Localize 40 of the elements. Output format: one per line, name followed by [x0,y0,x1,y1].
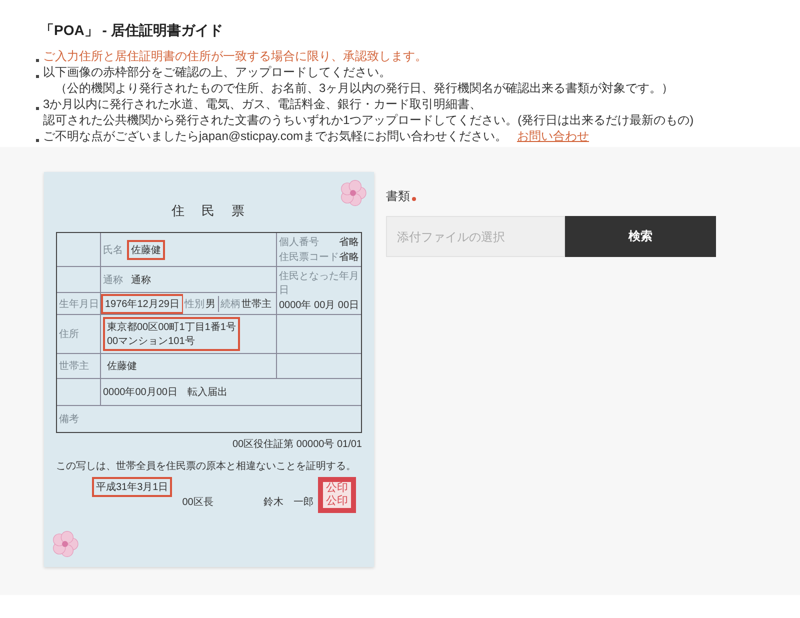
field-label: 氏名 [103,244,123,256]
field-label: 備考 [59,412,79,426]
issuer-text: 00区長 [182,496,214,509]
file-field[interactable]: 添付ファイルの選択 [386,216,565,257]
field-value: 省略 [339,236,359,249]
note-text: 以下画像の赤枠部分をご確認の上、アップロードしてください。 [43,65,391,79]
field-label: 住所 [59,328,79,341]
field-label: 世帯主 [59,360,89,373]
note-text: ご不明な点がございましたらjapan@sticpay.comまでお気軽にお問い合わせください。 [43,129,508,143]
page-title: 「POA」 - 居住証明書ガイド [40,22,224,40]
field-value: 世帯主 [242,298,272,310]
field-label: 住民となった年月日 [279,270,359,297]
field-value: 0000年 00月 00日 [279,299,360,312]
field-value: 省略 [339,250,359,264]
field-value: 1976年12月29日 [101,294,182,314]
browse-button[interactable]: 検索 [565,216,716,257]
serial-number: 00区役住証第 00000号 01/01 [231,438,362,451]
field-label: 住民票コード [279,251,339,264]
note-text: （公的機関より発行されたもので住所、お名前、3ヶ月以内の発行日、発行機関名が確認出来る書類が対象です。） [54,81,674,95]
note-text: 3か月以内に発行された水道、電気、ガス、電話料金、銀行・カード取引明細書、 [43,97,482,111]
field-label: 生年月日 [59,298,99,310]
mayor-name: 鈴木 一郎 [263,496,314,509]
field-value: 男 [206,298,216,310]
field-label: 通称 [103,274,123,286]
field-label: 続柄 [220,298,240,310]
contact-link[interactable]: お問い合わせ [517,129,590,143]
field-label: 書類 [386,188,410,205]
field-value: 0000年00月00日 転入届出 [103,386,228,399]
field-value: 東京都00区00町1丁目1番1号 00マンション101号 [103,317,240,351]
field-label: 個人番号 [279,236,319,249]
field-value: 平成31年3月1日 [92,477,172,497]
field-label: 性別 [184,298,204,310]
field-value: 佐藤健 [106,360,138,374]
note-text: 認可された公共機関から発行された文書のうちいずれか1つアップロードしてください。(発行日は出来るだけ最新のもの) [43,113,694,127]
official-seal: 公印 公印 [318,477,356,513]
document-heading: 住 民 票 [170,202,248,220]
field-value: 通称 [130,274,152,288]
certification-text: この写しは、世帯全員を住民票の原本と相違ないことを証明する。 [56,460,357,473]
field-value: 佐藤健 [127,240,165,260]
note-text: ご入力住所と居住証明書の住所が一致する場合に限り、承認致します。 [43,49,427,63]
